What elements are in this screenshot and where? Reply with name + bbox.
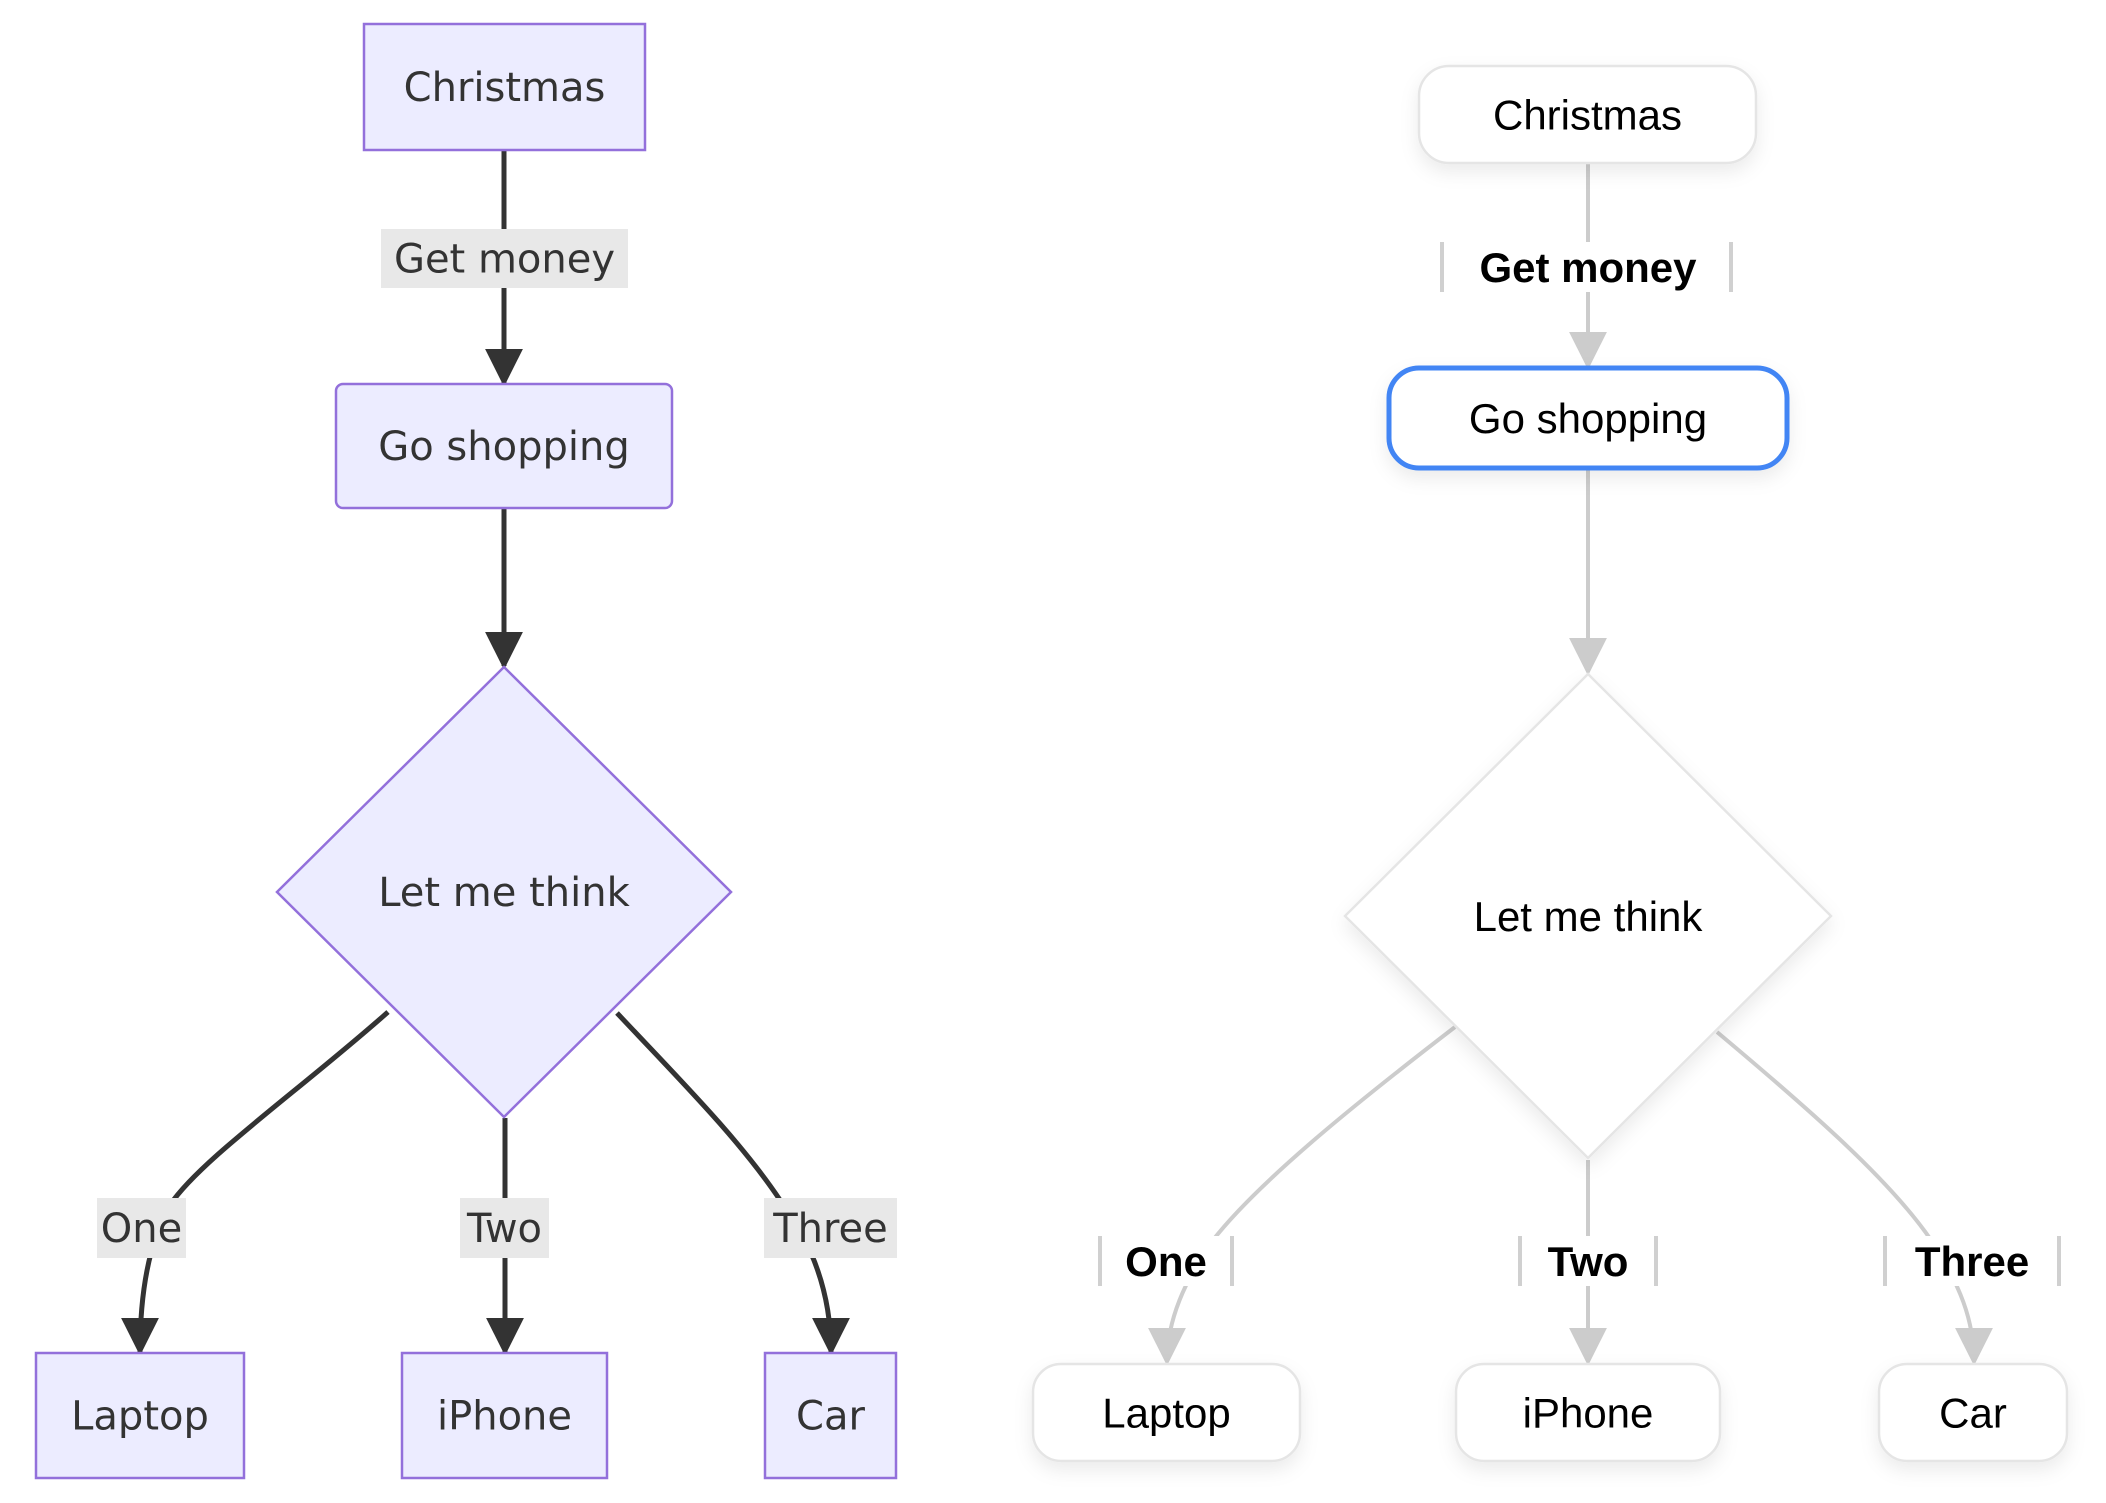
flowchart-canvas: Get money One Two Three Christmas Go shoppin… — [34, 22, 2069, 1480]
edge-label-text: Get money — [1479, 244, 1697, 291]
node-car[interactable]: Car — [1877, 1362, 2069, 1463]
edge-label-three: Three — [1883, 1236, 2061, 1286]
edge-label-text: Two — [1548, 1238, 1629, 1285]
edge-label-two: Two — [1518, 1236, 1658, 1286]
classic-flowchart: Get money One Two Three Christmas Go shoppin… — [34, 22, 898, 1480]
neo-flowchart: Christmas Go shopping Let me think Laptop iP… — [1031, 64, 2069, 1463]
node-go-shopping[interactable]: Go shopping — [334, 382, 674, 510]
node-label: iPhone — [437, 1394, 572, 1440]
edge-label-two: Two — [460, 1198, 549, 1258]
node-car[interactable]: Car — [763, 1351, 898, 1480]
node-label: Christmas — [1493, 92, 1682, 139]
node-go-shopping[interactable]: Go shopping — [1386, 365, 1790, 471]
node-christmas[interactable]: Christmas — [362, 22, 647, 152]
node-label: Let me think — [1474, 893, 1704, 940]
edge-label-get-money: Get money — [1440, 242, 1733, 292]
node-label: Christmas — [404, 65, 606, 111]
edge-label-one: One — [1098, 1236, 1234, 1286]
edge-label-get-money: Get money — [381, 229, 628, 288]
node-label: Go shopping — [378, 424, 629, 470]
node-label: Car — [796, 1394, 865, 1440]
node-iphone[interactable]: iPhone — [1454, 1362, 1722, 1463]
node-label: Laptop — [71, 1394, 209, 1440]
edge-c-f[interactable] — [615, 1011, 850, 1356]
node-laptop[interactable]: Laptop — [1031, 1362, 1302, 1463]
node-label: iPhone — [1523, 1390, 1654, 1437]
node-christmas[interactable]: Christmas — [1417, 64, 1758, 165]
edge-label-one: One — [97, 1198, 186, 1258]
edge-label-text: Three — [772, 1206, 888, 1252]
node-iphone[interactable]: iPhone — [400, 1351, 609, 1480]
edge-label-text: Get money — [394, 237, 615, 283]
edge-label-text: Three — [1915, 1238, 2029, 1285]
node-label: Let me think — [378, 870, 630, 916]
edge-label-text: One — [101, 1206, 182, 1252]
node-let-me-think[interactable]: Let me think — [1343, 672, 1833, 1160]
edge-c-d[interactable] — [1148, 1025, 1457, 1366]
node-label: Car — [1939, 1390, 2007, 1437]
edge-label-text: Two — [466, 1206, 542, 1252]
edge-c-d[interactable] — [121, 1010, 390, 1356]
edge-label-three: Three — [764, 1198, 897, 1258]
edge-label-text: One — [1125, 1238, 1207, 1285]
node-label: Go shopping — [1469, 395, 1707, 442]
edge-c-f[interactable] — [1715, 1030, 1993, 1366]
node-label: Laptop — [1102, 1390, 1230, 1437]
node-laptop[interactable]: Laptop — [34, 1351, 246, 1480]
